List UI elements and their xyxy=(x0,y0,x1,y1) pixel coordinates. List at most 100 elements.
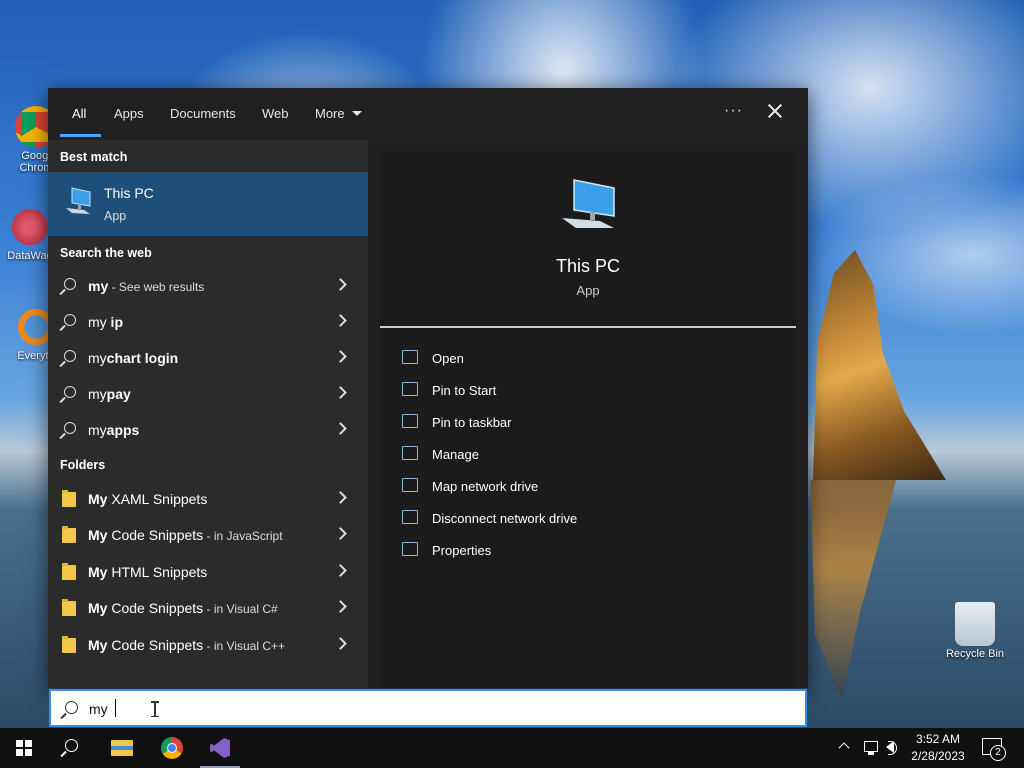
volume-icon[interactable] xyxy=(886,741,897,755)
action-label: Open xyxy=(432,351,464,366)
web-result-item[interactable]: mypay xyxy=(48,376,368,412)
folder-result-item[interactable]: My Code Snippets - in JavaScript xyxy=(48,517,368,553)
pin-icon xyxy=(402,382,418,396)
folder-name-rest: HTML Snippets xyxy=(107,564,208,580)
action-label: Manage xyxy=(432,447,479,462)
clock-time[interactable]: 3:52 AM xyxy=(906,732,970,746)
chevron-right-icon[interactable] xyxy=(334,527,347,540)
wallpaper-rock xyxy=(813,250,946,480)
search-tabs-bar: All Apps Documents Web More ··· xyxy=(48,88,808,140)
close-icon[interactable] xyxy=(764,100,786,122)
windows-logo-icon xyxy=(16,740,32,756)
web-result-item[interactable]: myapps xyxy=(48,412,368,448)
chevron-right-icon[interactable] xyxy=(334,278,347,291)
folder-name-rest: Code Snippets xyxy=(107,637,204,653)
folder-name-rest: Code Snippets xyxy=(107,600,204,616)
chevron-right-icon[interactable] xyxy=(334,637,347,650)
desktop-icon-recycle-bin[interactable]: Recycle Bin xyxy=(938,602,1012,660)
folder-location: - in JavaScript xyxy=(203,529,283,543)
chevron-right-icon[interactable] xyxy=(334,564,347,577)
folder-location: - in Visual C# xyxy=(203,602,278,616)
mouse-ibeam-cursor xyxy=(151,701,159,717)
start-button[interactable] xyxy=(0,728,48,768)
chevron-right-icon[interactable] xyxy=(334,491,347,504)
preview-divider xyxy=(380,326,796,328)
tab-apps[interactable]: Apps xyxy=(114,106,144,121)
wallpaper-reflection xyxy=(810,480,896,700)
this-pc-icon xyxy=(562,179,615,228)
pin-icon xyxy=(402,414,418,428)
query-text: my xyxy=(88,350,107,366)
visual-studio-icon xyxy=(210,738,230,758)
match-text: My xyxy=(88,527,108,543)
chrome-icon xyxy=(161,737,183,759)
preview-subtitle: App xyxy=(576,283,600,298)
taskbar-file-explorer[interactable] xyxy=(98,728,146,768)
search-icon xyxy=(59,421,78,440)
folder-location: - in Visual C++ xyxy=(203,639,286,653)
folder-result-item[interactable]: My Code Snippets - in Visual C# xyxy=(48,590,368,626)
folder-icon xyxy=(60,526,78,544)
chevron-right-icon[interactable] xyxy=(334,422,347,435)
action-label: Map network drive xyxy=(432,479,539,494)
web-result-item[interactable]: my - See web results xyxy=(48,268,368,304)
this-pc-icon xyxy=(66,187,91,214)
section-heading-best-match: Best match xyxy=(60,150,128,164)
action-label: Pin to taskbar xyxy=(432,415,512,430)
action-label: Pin to Start xyxy=(432,383,497,398)
taskbar-visual-studio[interactable] xyxy=(196,728,244,768)
chevron-down-icon xyxy=(352,111,362,116)
suggestion-text: chart login xyxy=(106,350,179,366)
action-properties[interactable]: Properties xyxy=(402,538,782,564)
chevron-right-icon[interactable] xyxy=(334,314,347,327)
datawag-icon xyxy=(9,206,51,248)
search-icon xyxy=(59,277,78,296)
action-open[interactable]: Open xyxy=(402,346,782,372)
more-options-button[interactable]: ··· xyxy=(724,102,743,120)
web-result-item[interactable]: mychart login xyxy=(48,340,368,376)
folder-icon xyxy=(60,599,78,617)
chevron-right-icon[interactable] xyxy=(334,350,347,363)
search-input[interactable] xyxy=(89,699,789,719)
search-icon xyxy=(65,739,78,752)
action-pin-to-taskbar[interactable]: Pin to taskbar xyxy=(402,410,782,436)
suggestion-text: ip xyxy=(106,314,124,330)
search-box[interactable] xyxy=(49,689,807,727)
folder-result-item[interactable]: My HTML Snippets xyxy=(48,554,368,590)
section-heading-folders: Folders xyxy=(60,458,106,472)
folder-result-item[interactable]: My Code Snippets - in Visual C++ xyxy=(48,627,368,663)
action-disconnect-network-drive[interactable]: Disconnect network drive xyxy=(402,506,782,532)
action-label: Disconnect network drive xyxy=(432,511,578,526)
tab-all[interactable]: All xyxy=(72,106,86,121)
web-result-item[interactable]: my ip xyxy=(48,304,368,340)
taskbar-chrome[interactable] xyxy=(148,728,196,768)
search-results-list: Best match This PC App Search the web my… xyxy=(48,140,368,688)
folder-icon xyxy=(60,636,78,654)
chevron-right-icon[interactable] xyxy=(334,600,347,613)
suggestion-text: pay xyxy=(106,386,131,402)
best-match-subtitle: App xyxy=(104,209,127,223)
chevron-right-icon[interactable] xyxy=(334,386,347,399)
active-tab-indicator xyxy=(60,134,101,137)
search-icon xyxy=(59,313,78,332)
action-manage[interactable]: Manage xyxy=(402,442,782,468)
network-icon[interactable] xyxy=(864,741,878,755)
action-map-network-drive[interactable]: Map network drive xyxy=(402,474,782,500)
tab-more[interactable]: More xyxy=(315,106,345,121)
taskbar: 3:52 AM 2/28/2023 2 xyxy=(0,728,1024,768)
query-text: my xyxy=(88,386,107,402)
action-pin-to-start[interactable]: Pin to Start xyxy=(402,378,782,404)
action-label: Properties xyxy=(432,543,492,558)
open-icon xyxy=(402,350,418,364)
clock-date[interactable]: 2/28/2023 xyxy=(906,749,970,763)
tab-documents[interactable]: Documents xyxy=(170,106,236,121)
folder-result-item[interactable]: My XAML Snippets xyxy=(48,481,368,517)
preview-title: This PC xyxy=(555,256,620,276)
show-hidden-icons-chevron-icon[interactable] xyxy=(838,742,850,754)
taskbar-search-button[interactable] xyxy=(48,728,96,768)
suggestion-text: apps xyxy=(106,422,140,438)
tab-web[interactable]: Web xyxy=(262,106,289,121)
match-text: My xyxy=(88,600,108,616)
properties-icon xyxy=(402,542,418,556)
best-match-item[interactable]: This PC App xyxy=(48,172,368,236)
